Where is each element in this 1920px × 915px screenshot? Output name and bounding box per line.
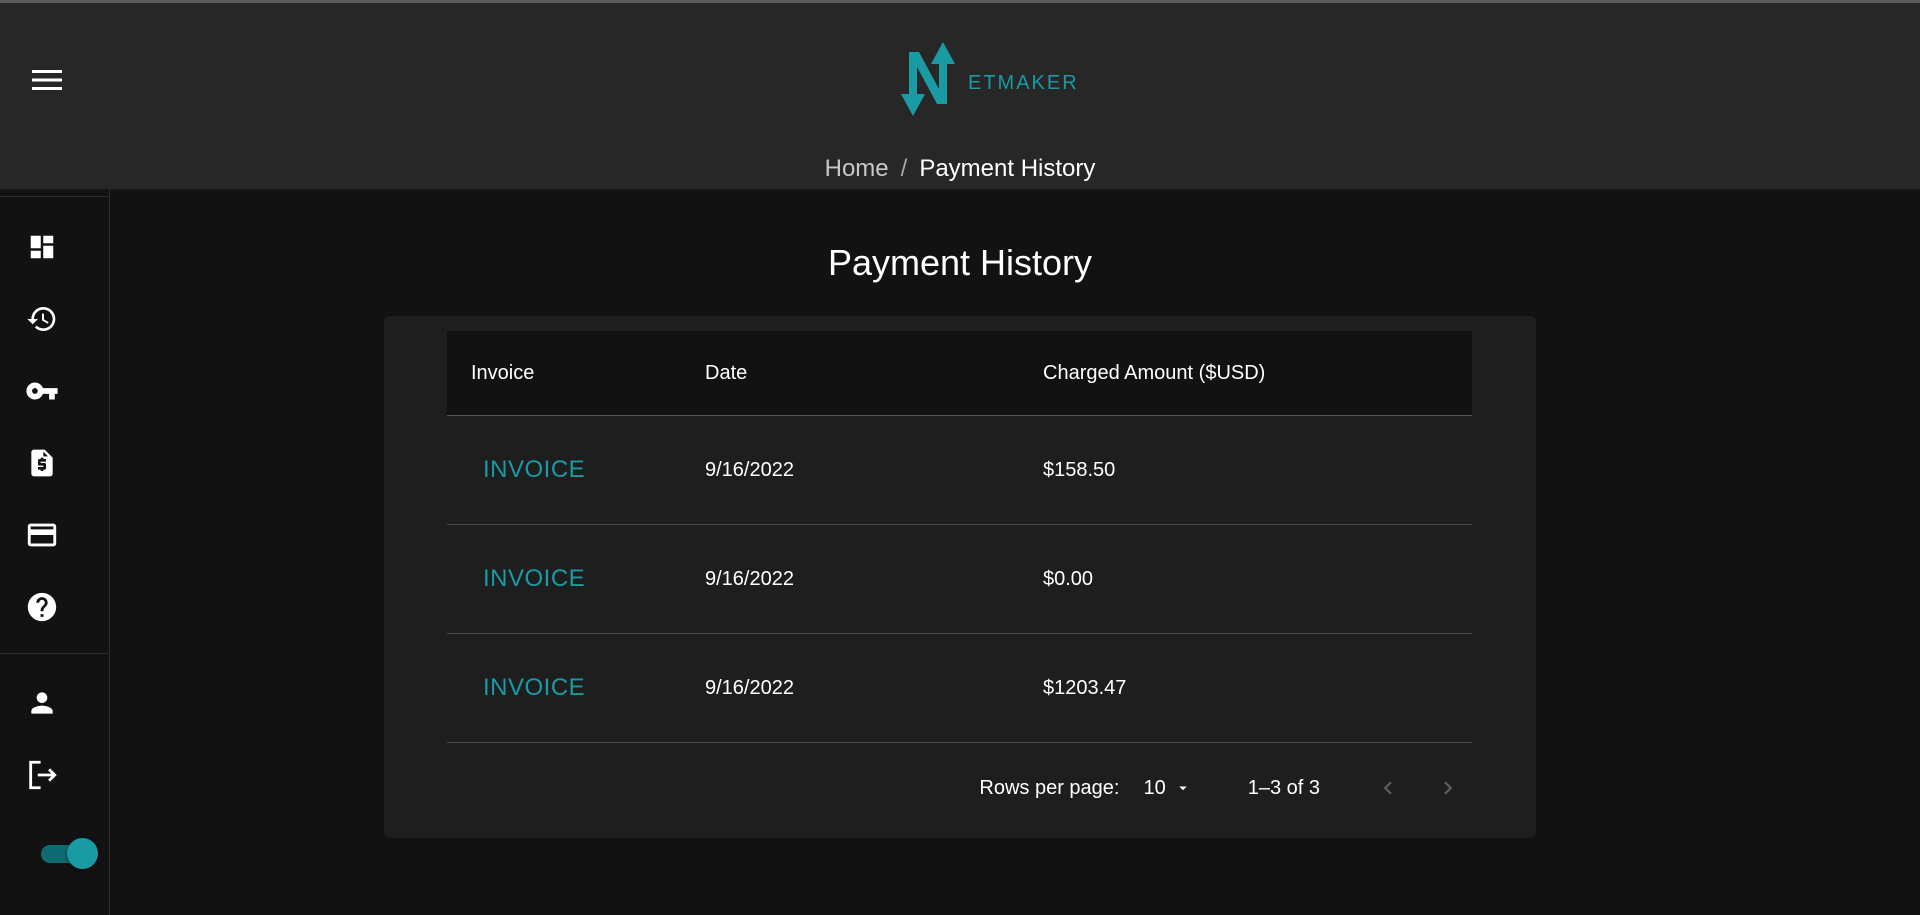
sidebar-item-access-keys[interactable] [18, 367, 66, 415]
invoice-cell: INVOICE [447, 456, 705, 484]
chevron-left-icon [1383, 781, 1392, 795]
next-page-button[interactable] [1426, 766, 1470, 810]
sidebar-item-payment-history[interactable] [18, 439, 66, 487]
sidebar-item-logout[interactable] [18, 751, 66, 799]
sidebar-item-account[interactable] [18, 679, 66, 727]
sidebar-item-billing[interactable] [18, 511, 66, 559]
column-header-amount: Charged Amount ($USD) [1043, 361, 1266, 384]
account-icon [31, 692, 53, 714]
date-cell: 9/16/2022 [705, 458, 794, 481]
date-cell: 9/16/2022 [705, 676, 794, 699]
amount-cell: $0.00 [1043, 567, 1094, 590]
help-icon [27, 592, 57, 622]
credit-card-icon [27, 523, 57, 547]
logout-icon [29, 760, 57, 790]
table-row: INVOICE 9/16/2022 $0.00 [447, 525, 1472, 634]
column-header-date: Date [705, 361, 748, 384]
breadcrumb-current: Payment History [919, 155, 1096, 182]
sidebar-divider [0, 196, 108, 197]
previous-page-button[interactable] [1366, 766, 1410, 810]
sidebar-item-dashboard[interactable] [18, 223, 66, 271]
invoice-cell: INVOICE [447, 674, 705, 702]
rows-per-page-value: 10 [1143, 776, 1166, 799]
hamburger-menu-icon [32, 70, 62, 90]
payment-history-table: Invoice Date Charged Amount ($USD) INVOI… [447, 331, 1472, 743]
pagination-range: 1–3 of 3 [1247, 776, 1320, 799]
invoice-link[interactable]: INVOICE [483, 674, 585, 702]
history-icon [27, 307, 56, 331]
rows-per-page-select[interactable]: 10 [1143, 777, 1191, 800]
table-row: INVOICE 9/16/2022 $1203.47 [447, 634, 1472, 743]
rows-per-page-label: Rows per page: [979, 776, 1120, 799]
invoice-link[interactable]: INVOICE [483, 565, 585, 593]
column-header-invoice: Invoice [471, 361, 535, 384]
page-title: Payment History [827, 242, 1093, 284]
netmaker-n-arrows-icon [901, 42, 955, 116]
theme-toggle[interactable] [41, 838, 99, 869]
payment-history-card: Invoice Date Charged Amount ($USD) INVOI… [384, 316, 1536, 838]
logo-text: ETMAKER [968, 71, 1079, 94]
sidebar-divider [0, 653, 108, 654]
toggle-thumb [67, 838, 98, 869]
invoice-link[interactable]: INVOICE [483, 456, 585, 484]
breadcrumb: Home / Payment History [0, 155, 1920, 183]
invoice-cell: INVOICE [447, 565, 705, 593]
breadcrumb-separator: / [900, 155, 908, 182]
sidebar [0, 190, 110, 915]
key-icon [26, 382, 58, 400]
netmaker-logo[interactable]: ETMAKER [900, 41, 1080, 123]
date-cell: 9/16/2022 [705, 567, 794, 590]
amount-cell: $158.50 [1043, 458, 1116, 481]
app-header: ETMAKER Home / Payment History [0, 3, 1920, 190]
sidebar-item-help[interactable] [18, 583, 66, 631]
caret-down-icon [1178, 786, 1187, 791]
amount-cell: $1203.47 [1043, 676, 1127, 699]
table-header-row: Invoice Date Charged Amount ($USD) [447, 331, 1472, 416]
sidebar-item-history[interactable] [18, 295, 66, 343]
invoice-icon [31, 449, 53, 477]
table-row: INVOICE 9/16/2022 $158.50 [447, 416, 1472, 525]
menu-button[interactable] [26, 63, 68, 97]
dashboard-icon [30, 235, 54, 259]
table-pagination: Rows per page: 10 1–3 of 3 [447, 764, 1472, 812]
chevron-right-icon [1444, 781, 1453, 795]
breadcrumb-home-link[interactable]: Home [825, 155, 889, 183]
